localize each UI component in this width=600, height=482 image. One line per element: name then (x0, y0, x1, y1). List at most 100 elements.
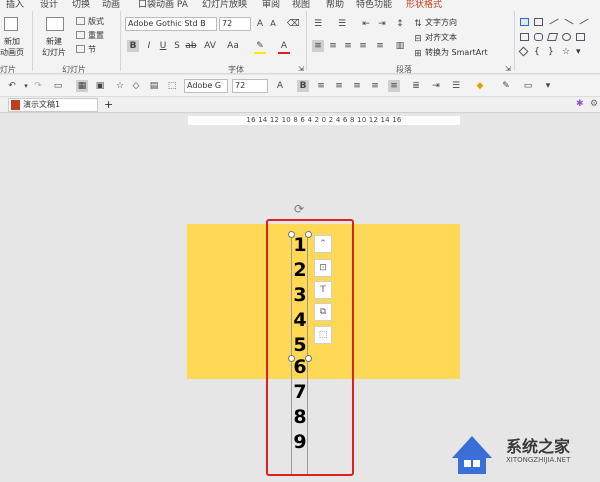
columns-icon[interactable]: ▥ (394, 40, 406, 52)
parallelogram-shape-icon[interactable] (546, 33, 559, 41)
bold-icon[interactable]: B (127, 40, 139, 52)
arrow-shape-icon[interactable] (564, 18, 574, 25)
tab-animations[interactable]: 动画 (102, 0, 120, 9)
increase-font-icon[interactable]: A (254, 18, 266, 30)
curly-brace-shape-icon[interactable]: { (534, 48, 540, 57)
section-button[interactable]: 节 (88, 44, 96, 55)
align-right-icon[interactable]: ≡ (342, 40, 354, 52)
format-painter-icon[interactable]: ▦ (76, 80, 88, 92)
settings-icon[interactable]: ⚙ (590, 99, 598, 109)
new-slide-icon[interactable] (46, 17, 64, 31)
new-animation-page-icon[interactable] (4, 17, 18, 31)
qat-font-name-select[interactable]: Adobe G (184, 79, 228, 93)
bullets-icon[interactable]: ☰ (312, 18, 324, 30)
align-center-icon[interactable]: ≡ (327, 40, 339, 52)
double-arrow-shape-icon[interactable] (579, 18, 589, 25)
align-left-icon[interactable]: ≡ (312, 40, 324, 52)
document-tab[interactable]: 演示文稿1 (8, 98, 98, 112)
increase-indent-icon[interactable]: ⇥ (376, 18, 388, 30)
qat-indent-icon[interactable]: ⇥ (430, 80, 442, 92)
tab-transitions[interactable]: 切换 (72, 0, 90, 9)
numbering-icon[interactable]: ☰ (336, 18, 348, 30)
font-size-select[interactable]: 72 (219, 17, 251, 31)
group-label-slides: 幻灯片 (62, 65, 86, 74)
tab-view[interactable]: 视图 (292, 0, 310, 9)
shape-effects-icon[interactable]: ▭ (522, 80, 534, 92)
redo-icon[interactable]: ↷ (32, 80, 44, 92)
font-dialog-launcher-icon[interactable]: ⇲ (298, 65, 304, 73)
qat-font-size-select[interactable]: 72 (232, 79, 268, 93)
diamond-shape-icon[interactable] (518, 46, 529, 57)
star-shape-icon[interactable]: ☆ (562, 48, 570, 57)
tab-insert[interactable]: 插入 (6, 0, 24, 9)
rectangle-shape-icon[interactable] (520, 33, 529, 41)
site-watermark: 系统之家 XITONGZHIJIA.NET (438, 422, 600, 479)
tab-design[interactable]: 设计 (40, 0, 58, 9)
qat-list-icon[interactable]: ☰ (450, 80, 462, 92)
rotate-handle-icon[interactable]: ⟳ (294, 203, 304, 215)
rounded-rect-shape-icon[interactable] (534, 33, 543, 41)
qat-bold-icon[interactable]: B (297, 80, 309, 92)
italic-icon[interactable]: I (143, 40, 155, 52)
qat-font-color-icon[interactable]: A (274, 80, 286, 92)
text-direction-icon: ⇅ (414, 19, 422, 29)
reset-button[interactable]: 重置 (88, 30, 104, 41)
new-slide-label-1[interactable]: 新建 (46, 36, 62, 47)
font-name-select[interactable]: Adobe Gothic Std B (125, 17, 217, 31)
tab-shape-format[interactable]: 形状格式 (406, 0, 442, 9)
star-icon[interactable]: ☆ (114, 80, 126, 92)
select-icon[interactable]: ⬚ (166, 80, 178, 92)
change-case-icon[interactable]: Aa (224, 40, 242, 52)
font-color-icon[interactable]: A (278, 40, 290, 52)
slideshow-icon[interactable]: ▭ (52, 80, 64, 92)
shape-fill-icon[interactable]: ◆ (474, 80, 486, 92)
new-tab-button[interactable]: + (104, 98, 113, 111)
align-text-button[interactable]: 对齐文本 (425, 32, 457, 43)
qat-align-left-icon[interactable]: ≡ (315, 80, 327, 92)
picture-icon[interactable]: ▤ (148, 80, 160, 92)
tab-pocket-animation[interactable]: 口袋动画 PA (138, 0, 188, 9)
addin-icon[interactable]: ✱ (576, 99, 584, 109)
document-tab-title: 演示文稿1 (23, 100, 61, 109)
text-direction-button[interactable]: 文字方向 (425, 17, 457, 28)
qat-align-center-icon[interactable]: ≡ (333, 80, 345, 92)
tab-slideshow[interactable]: 幻灯片放映 (202, 0, 247, 9)
oval-shape-icon[interactable] (562, 33, 571, 41)
arrange-icon[interactable]: ▣ (94, 80, 106, 92)
line-spacing-icon[interactable]: ↕ (394, 18, 406, 30)
shape-outline-icon[interactable]: ✎ (500, 80, 512, 92)
underline-icon[interactable]: U (157, 40, 169, 52)
qat-align-right-icon[interactable]: ≡ (351, 80, 363, 92)
qat-more-icon[interactable]: ▾ (542, 80, 554, 92)
qat-distributed-icon[interactable]: ≡ (388, 80, 400, 92)
undo-icon[interactable]: ↶ (6, 80, 18, 92)
strikethrough-icon[interactable]: ab (185, 40, 197, 52)
justify-icon[interactable]: ≡ (357, 40, 369, 52)
vertical-textbox-shape-icon[interactable] (534, 18, 543, 26)
qat-justify-icon[interactable]: ≡ (369, 80, 381, 92)
layout-button[interactable]: 版式 (88, 16, 104, 27)
distributed-icon[interactable]: ≡ (374, 40, 386, 52)
shadow-icon[interactable]: S (171, 40, 183, 52)
highlight-color-icon[interactable]: ✎ (254, 40, 266, 52)
decrease-indent-icon[interactable]: ⇤ (360, 18, 372, 30)
new-slide-label-2[interactable]: 幻灯片 (42, 47, 66, 58)
char-spacing-icon[interactable]: AV (201, 40, 219, 52)
clear-format-icon[interactable]: ⌫ (287, 18, 300, 30)
tab-help[interactable]: 帮助 (326, 0, 344, 9)
tab-review[interactable]: 审阅 (262, 0, 280, 9)
brace-shape-icon[interactable]: } (548, 48, 554, 57)
qat-spacing-icon[interactable]: ≣ (410, 80, 422, 92)
layout-icon (76, 17, 85, 25)
decrease-font-icon[interactable]: A (267, 18, 279, 30)
pentagon-shape-icon[interactable] (576, 33, 585, 41)
line-shape-icon[interactable] (549, 18, 559, 25)
paragraph-dialog-launcher-icon[interactable]: ⇲ (505, 65, 511, 73)
more-shapes-icon[interactable]: ▾ (576, 48, 581, 57)
shape-icon[interactable]: ◇ (130, 80, 142, 92)
convert-smartart-button[interactable]: 转换为 SmartArt (425, 47, 488, 58)
watermark-name: 系统之家 (506, 437, 571, 456)
tab-features[interactable]: 特色功能 (356, 0, 392, 9)
undo-dropdown-icon[interactable]: ▾ (20, 80, 32, 92)
textbox-shape-icon[interactable] (520, 18, 529, 26)
